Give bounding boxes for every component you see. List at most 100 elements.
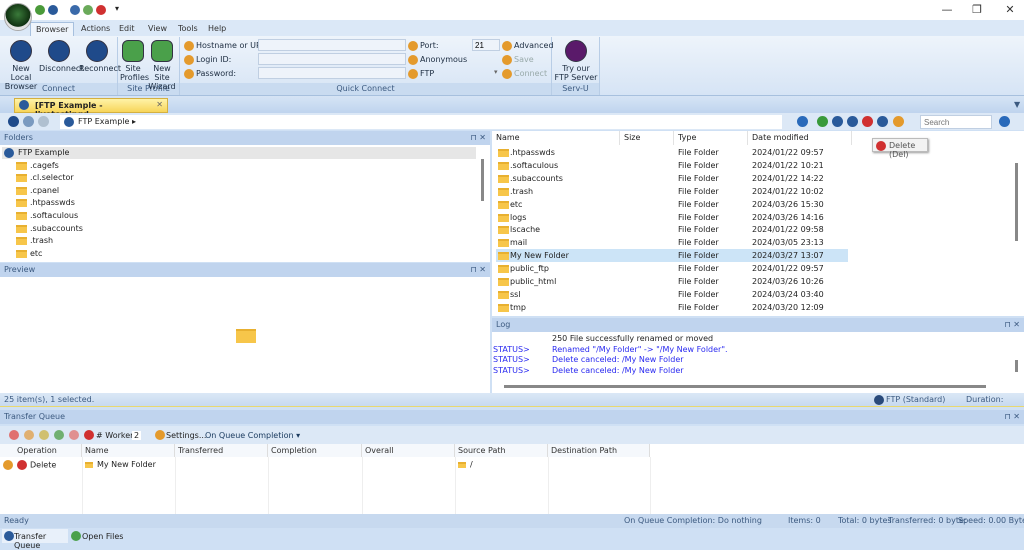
minimize-button[interactable]: — bbox=[937, 3, 957, 16]
scrollbar[interactable] bbox=[1015, 360, 1018, 372]
remove-icon[interactable] bbox=[69, 430, 79, 440]
queue-column[interactable]: Overall bbox=[362, 444, 455, 457]
tree-item[interactable]: .subaccounts bbox=[16, 223, 83, 235]
new-local-browser-button[interactable]: New Local Browser bbox=[3, 40, 39, 91]
settings-icon[interactable] bbox=[155, 430, 165, 440]
tab-transfer-queue[interactable]: Transfer Queue bbox=[2, 529, 68, 550]
column-size[interactable]: Size bbox=[620, 131, 674, 145]
doc-tab-ftp-example[interactable]: [FTP Example - livetestingd...✕ bbox=[14, 98, 168, 119]
scrollbar[interactable] bbox=[1015, 163, 1018, 241]
breadcrumb-item[interactable]: FTP Example bbox=[78, 117, 129, 126]
maximize-button[interactable]: ❐ bbox=[967, 3, 987, 16]
advanced-button[interactable]: Advanced bbox=[502, 40, 554, 52]
rename-icon[interactable] bbox=[877, 116, 888, 127]
tree-item[interactable]: .trash bbox=[16, 235, 53, 247]
stop-icon[interactable] bbox=[96, 5, 106, 15]
ftp-icon[interactable] bbox=[48, 5, 58, 15]
anonymous-checkbox[interactable]: Anonymous bbox=[408, 54, 467, 66]
globe-icon[interactable] bbox=[70, 5, 80, 15]
properties-icon[interactable] bbox=[847, 116, 858, 127]
queue-row[interactable]: Delete My New Folder / bbox=[0, 459, 650, 472]
file-row[interactable]: public_ftp File Folder 2024/01/22 09:57 bbox=[496, 262, 848, 275]
pause-all-icon[interactable] bbox=[39, 430, 49, 440]
chevron-down-icon[interactable]: ▼ bbox=[1014, 100, 1020, 109]
tab-edit[interactable]: Edit bbox=[114, 22, 140, 36]
pause-icon[interactable] bbox=[24, 430, 34, 440]
tree-item[interactable]: .cpanel bbox=[16, 185, 59, 197]
reconnect-button[interactable]: Reconnect bbox=[79, 40, 121, 73]
search-input[interactable] bbox=[920, 115, 992, 129]
queue-column[interactable]: Source Path bbox=[455, 444, 548, 457]
clear-icon[interactable] bbox=[84, 430, 94, 440]
queue-column[interactable]: Completion bbox=[268, 444, 362, 457]
file-row[interactable]: mail File Folder 2024/03/05 23:13 bbox=[496, 236, 848, 249]
file-row[interactable]: .htpasswds File Folder 2024/01/22 09:57 bbox=[496, 146, 848, 159]
path-breadcrumb[interactable]: FTP Example ▸ bbox=[60, 115, 782, 129]
file-row[interactable]: public_html File Folder 2024/03/26 10:26 bbox=[496, 275, 848, 288]
go-icon[interactable] bbox=[797, 116, 808, 127]
search-icon[interactable] bbox=[999, 116, 1010, 127]
save-button[interactable]: Save bbox=[502, 54, 534, 66]
queue-column[interactable]: Name bbox=[82, 444, 175, 457]
connect-button[interactable]: Connect bbox=[502, 68, 547, 80]
pin-close-icon[interactable]: ⊓ ✕ bbox=[471, 131, 487, 145]
tools-icon[interactable] bbox=[893, 116, 904, 127]
column-date[interactable]: Date modified bbox=[748, 131, 852, 145]
close-button[interactable]: ✕ bbox=[1000, 3, 1020, 16]
up-icon[interactable] bbox=[38, 116, 49, 127]
file-row[interactable]: tmp File Folder 2024/03/20 12:09 bbox=[496, 301, 848, 314]
refresh-icon[interactable] bbox=[83, 5, 93, 15]
workers-stepper[interactable]: 2 bbox=[132, 431, 142, 440]
column-type[interactable]: Type bbox=[674, 131, 748, 145]
forward-icon[interactable] bbox=[23, 116, 34, 127]
password-input[interactable] bbox=[258, 67, 406, 79]
pin-close-icon[interactable]: ⊓ ✕ bbox=[1005, 318, 1021, 332]
new-folder-icon[interactable] bbox=[832, 116, 843, 127]
tree-item-root[interactable]: FTP Example bbox=[4, 147, 69, 159]
horizontal-scrollbar[interactable] bbox=[504, 385, 986, 388]
customize-quick-access-icon[interactable]: ▾ bbox=[115, 4, 119, 13]
file-row[interactable]: .softaculous File Folder 2024/01/22 10:21 bbox=[496, 159, 848, 172]
pin-close-icon[interactable]: ⊓ ✕ bbox=[1005, 410, 1021, 424]
pin-close-icon[interactable]: ⊓ ✕ bbox=[471, 263, 487, 277]
file-row[interactable]: ssl File Folder 2024/03/24 03:40 bbox=[496, 288, 848, 301]
new-site-wizard-button[interactable]: New Site Wizard bbox=[146, 40, 178, 91]
try-ftp-server-button[interactable]: Try our FTP Server bbox=[554, 40, 598, 82]
site-profiles-button[interactable]: Site Profiles bbox=[120, 40, 149, 82]
disconnect-button[interactable]: Disconnect bbox=[39, 40, 83, 73]
file-row[interactable]: .subaccounts File Folder 2024/01/22 14:22 bbox=[496, 172, 848, 185]
quick-connect-icon[interactable] bbox=[35, 5, 45, 15]
delete-icon[interactable] bbox=[862, 116, 873, 127]
stop-icon[interactable] bbox=[9, 430, 19, 440]
port-input[interactable] bbox=[472, 39, 500, 51]
back-icon[interactable] bbox=[8, 116, 19, 127]
file-row[interactable]: My New Folder File Folder 2024/03/27 13:07 bbox=[496, 249, 848, 263]
settings-button[interactable]: Settings... bbox=[166, 431, 206, 440]
refresh-icon[interactable] bbox=[817, 116, 828, 127]
tab-browser[interactable]: Browser bbox=[30, 22, 75, 36]
tree-item[interactable]: .cl.selector bbox=[16, 172, 74, 184]
tree-item[interactable]: .htpasswds bbox=[16, 197, 75, 209]
protocol-select[interactable]: FTP bbox=[408, 68, 434, 80]
file-row[interactable]: logs File Folder 2024/03/26 14:16 bbox=[496, 211, 848, 224]
tree-item[interactable]: etc bbox=[16, 248, 42, 260]
queue-column[interactable]: Destination Path bbox=[548, 444, 650, 457]
file-row[interactable]: lscache File Folder 2024/01/22 09:58 bbox=[496, 223, 848, 236]
column-name[interactable]: Name bbox=[492, 131, 620, 145]
login-input[interactable] bbox=[258, 53, 406, 65]
tree-item[interactable]: .softaculous bbox=[16, 210, 78, 222]
tab-tools[interactable]: Tools bbox=[173, 22, 203, 36]
tree-item[interactable]: logs bbox=[16, 260, 46, 262]
tab-actions[interactable]: Actions bbox=[76, 22, 115, 36]
on-queue-completion-dropdown[interactable]: On Queue Completion ▾ bbox=[205, 431, 300, 440]
chevron-down-icon[interactable]: ▾ bbox=[494, 68, 498, 76]
tree-item[interactable]: .cagefs bbox=[16, 160, 59, 172]
tab-help[interactable]: Help bbox=[203, 22, 231, 36]
file-row[interactable]: etc File Folder 2024/03/26 15:30 bbox=[496, 198, 848, 211]
start-icon[interactable] bbox=[54, 430, 64, 440]
tab-view[interactable]: View bbox=[143, 22, 172, 36]
app-menu-orb[interactable] bbox=[4, 3, 32, 31]
tab-open-files[interactable]: Open Files bbox=[70, 529, 130, 543]
queue-column[interactable]: Operation bbox=[14, 444, 82, 457]
hostname-input[interactable] bbox=[258, 39, 406, 51]
